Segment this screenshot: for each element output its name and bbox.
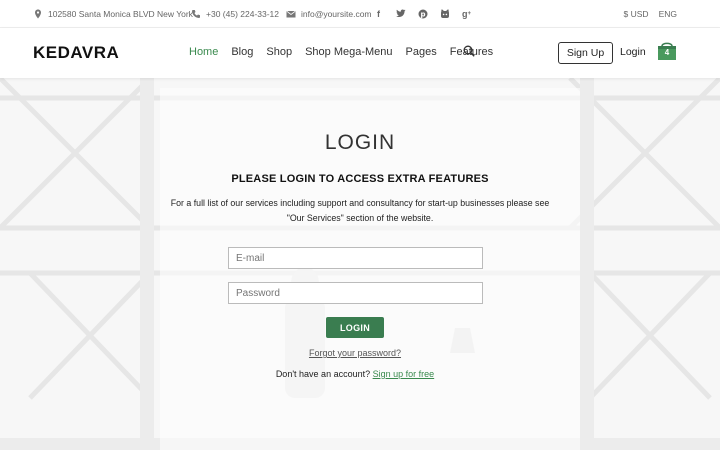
nav-shop[interactable]: Shop [266, 46, 292, 58]
currency-selector[interactable]: $ USD [624, 9, 649, 19]
password-field[interactable] [228, 282, 483, 304]
locale-switcher: $ USD ENG [624, 9, 677, 19]
svg-text:p: p [420, 10, 425, 18]
facebook-icon[interactable]: f [372, 7, 385, 20]
nav-home[interactable]: Home [189, 46, 218, 58]
email-info[interactable]: info@yoursite.com [286, 9, 372, 19]
no-account-text: Don't have an account? [275, 369, 371, 379]
map-pin-icon [35, 9, 41, 19]
search-icon[interactable] [463, 45, 475, 57]
description-line-1: For a full list of our services includin… [170, 198, 550, 208]
language-selector[interactable]: ENG [659, 9, 677, 19]
email-field[interactable] [228, 247, 483, 269]
address-text: 102580 Santa Monica BLVD New York [48, 9, 193, 19]
nav-shop-mega-menu[interactable]: Shop Mega-Menu [305, 46, 392, 58]
nav-blog[interactable]: Blog [231, 46, 253, 58]
twitter-icon[interactable] [394, 7, 407, 20]
social-links: f p g + [372, 7, 473, 20]
forgot-password-link[interactable]: Forgot your password? [0, 348, 710, 358]
email-text[interactable]: info@yoursite.com [301, 9, 372, 19]
main-nav: Home Blog Shop Shop Mega-Menu Pages Feat… [189, 46, 506, 58]
phone-text: +30 (45) 224-33-12 [206, 9, 280, 19]
cart-button[interactable]: 4 [656, 41, 678, 61]
github-icon[interactable] [438, 7, 451, 20]
login-subtitle: PLEASE LOGIN TO ACCESS EXTRA FEATURES [231, 173, 489, 185]
pinterest-icon[interactable]: p [416, 7, 429, 20]
login-description: For a full list of our services includin… [160, 196, 560, 226]
description-line-2: "Our Services" section of the website. [286, 213, 434, 223]
nav-pages[interactable]: Pages [406, 46, 437, 58]
site-logo[interactable]: KEDAVRA [33, 43, 119, 63]
main-header: KEDAVRA Home Blog Shop Shop Mega-Menu Pa… [0, 28, 720, 78]
cart-count-badge: 4 [664, 48, 670, 57]
address-info: 102580 Santa Monica BLVD New York [33, 9, 193, 19]
login-button[interactable]: LOGIN [326, 317, 384, 338]
phone-info: +30 (45) 224-33-12 [191, 9, 279, 19]
sign-up-button[interactable]: Sign Up [558, 42, 613, 64]
top-info-bar: 102580 Santa Monica BLVD New York +30 (4… [0, 0, 720, 28]
sign-up-free-link[interactable]: Sign up for free [373, 369, 435, 379]
envelope-icon [286, 10, 296, 18]
phone-icon [192, 10, 200, 18]
signup-prompt: Don't have an account? Sign up for free [0, 369, 710, 379]
google-plus-icon[interactable]: g + [460, 7, 473, 20]
login-link[interactable]: Login [620, 46, 646, 58]
page-title: LOGIN [324, 131, 396, 154]
